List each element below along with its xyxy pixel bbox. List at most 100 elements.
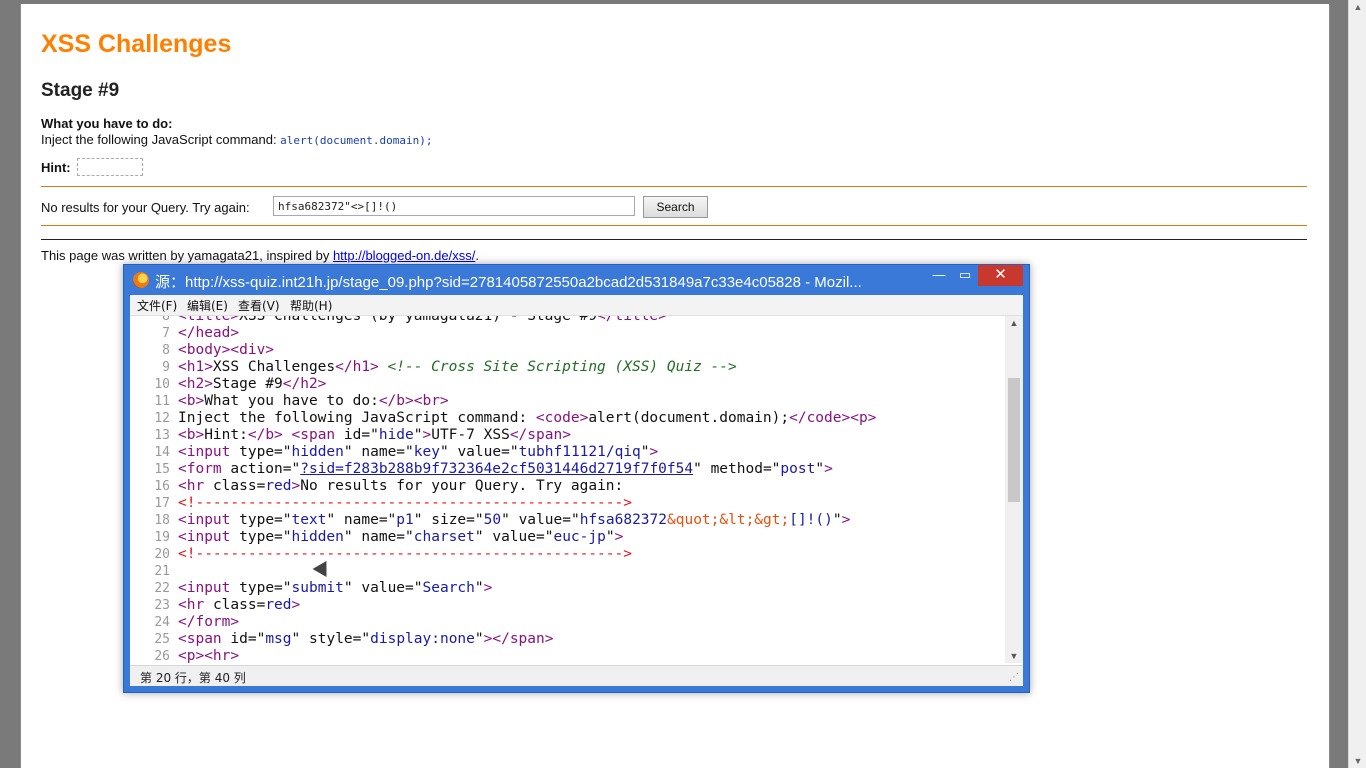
source-scrollbar[interactable]: ▲ ▼ <box>1005 316 1023 663</box>
line-code: <input type="hidden" name="charset" valu… <box>178 529 624 545</box>
line-number: 19 <box>154 530 170 545</box>
source-line: 13 <b>Hint:</b> <span id="hide">UTF-7 XSS… <box>130 427 571 444</box>
line-number: 24 <box>154 615 170 630</box>
menu-file[interactable]: 文件(F) <box>137 297 177 314</box>
hint-box <box>77 158 143 176</box>
line-number: 11 <box>154 394 170 409</box>
source-line: 18 <input type="text" name="p1" size="50"… <box>130 512 850 529</box>
source-line: 21 <box>130 563 178 580</box>
line-number: 10 <box>154 377 170 392</box>
line-code: <body><div> <box>178 342 275 358</box>
line-number: 15 <box>154 462 170 477</box>
line-code: <hr class=red>No results for your Query.… <box>178 478 624 494</box>
scroll-thumb[interactable] <box>1008 378 1020 502</box>
menu-edit[interactable]: 编辑(E) <box>187 297 228 314</box>
close-button[interactable]: ✕ <box>978 265 1023 286</box>
line-code: <b>Hint:</b> <span id="hide">UTF-7 XSS</… <box>178 427 571 443</box>
source-line: 8 <title>XSS Challenges (by yamagata21) -… <box>130 316 667 325</box>
line-code: <!--------------------------------------… <box>178 495 632 511</box>
line-code: <input type="text" name="p1" size="50" v… <box>178 512 851 528</box>
line-code: <hr class=red> <box>178 597 301 613</box>
task-prefix: Inject the following JavaScript command: <box>41 132 281 147</box>
line-number: 25 <box>154 632 170 647</box>
line-code: Inject the following JavaScript command:… <box>178 410 877 426</box>
line-number: 20 <box>154 547 170 562</box>
page-scrollbar[interactable]: ▲ ▼ <box>1348 0 1366 768</box>
footer-link[interactable]: http://blogged-on.de/xss/ <box>333 248 475 263</box>
cursor-position: 第 20 行，第 40 列 <box>140 671 246 685</box>
task-code: alert(document.domain); <box>280 134 433 147</box>
line-code: <h1>XSS Challenges</h1> <!-- Cross Site … <box>178 359 737 375</box>
line-number: 18 <box>154 513 170 528</box>
source-line: 14 <input type="hidden" name="key" value=… <box>130 444 658 461</box>
footer-suffix: . <box>475 248 479 263</box>
line-number: 16 <box>154 479 170 494</box>
scroll-down-icon[interactable]: ▼ <box>1349 756 1366 766</box>
statusbar: 第 20 行，第 40 列 ⋰ <box>130 665 1023 686</box>
view-source-window[interactable]: 源：http://xss-quiz.int21h.jp/stage_09.php… <box>123 264 1030 693</box>
line-number: 13 <box>154 428 170 443</box>
source-line: 26 <p><hr> <box>130 648 239 663</box>
chevron-down-icon[interactable]: ▼ <box>1005 651 1023 661</box>
line-code: <p><hr> <box>178 648 240 663</box>
source-code-area[interactable]: 8 <title>XSS Challenges (by yamagata21) -… <box>130 316 1005 663</box>
line-number: 23 <box>154 598 170 613</box>
window-titlebar[interactable]: 源：http://xss-quiz.int21h.jp/stage_09.php… <box>124 265 1029 295</box>
line-code: <input type="submit" value="Search"> <box>178 580 493 596</box>
source-line: 22 <input type="submit" value="Search"> <box>130 580 492 597</box>
source-line: 11 <b>What you have to do:</b><br> <box>130 393 449 410</box>
line-number: 12 <box>154 411 170 426</box>
footer: This page was written by yamagata21, ins… <box>41 248 479 263</box>
orange-rule-bottom <box>41 225 1307 226</box>
line-number: 9 <box>162 360 170 375</box>
source-line: 9 <h1>XSS Challenges</h1> <!-- Cross Site… <box>130 359 737 376</box>
line-number: 8 <box>162 316 170 324</box>
stage-title: Stage #9 <box>41 80 120 101</box>
line-code: <h2>Stage #9</h2> <box>178 376 327 392</box>
source-line: 25 <span id="msg" style="display:none"></… <box>130 631 553 648</box>
firefox-icon <box>133 272 149 288</box>
source-line: 10 <h2>Stage #9</h2> <box>130 376 326 393</box>
menu-help[interactable]: 帮助(H) <box>290 297 332 314</box>
hint-label: Hint: <box>41 160 71 175</box>
menu-view[interactable]: 查看(V) <box>238 297 280 314</box>
line-code: <span id="msg" style="display:none"></sp… <box>178 631 554 647</box>
source-line: 24 </form> <box>130 614 239 631</box>
line-code: <b>What you have to do:</b><br> <box>178 393 449 409</box>
query-input[interactable] <box>273 196 635 216</box>
source-line: 12 Inject the following JavaScript comman… <box>130 410 876 427</box>
maximize-button[interactable]: ▭ <box>954 265 976 286</box>
line-number: 14 <box>154 445 170 460</box>
line-number: 8 <box>162 343 170 358</box>
line-number: 7 <box>162 326 170 341</box>
source-line: 23 <hr class=red> <box>130 597 300 614</box>
window-client: 文件(F) 编辑(E) 查看(V) 帮助(H) 8 <title>XSS Chal… <box>130 295 1023 686</box>
source-line: 7 </head> <box>130 325 239 342</box>
line-code: <form action="?sid=f283b288b9f732364e2cf… <box>178 461 833 477</box>
line-code: <title>XSS Challenges (by yamagata21) - … <box>178 316 667 324</box>
source-line: 15 <form action="?sid=f283b288b9f732364e2… <box>130 461 833 478</box>
line-number: 21 <box>154 564 170 579</box>
source-line: 17 <!------------------------------------… <box>130 495 632 512</box>
source-line: 19 <input type="hidden" name="charset" va… <box>130 529 623 546</box>
source-line: 20 <!------------------------------------… <box>130 546 632 563</box>
menubar: 文件(F) 编辑(E) 查看(V) 帮助(H) <box>130 295 1023 316</box>
line-code: </form> <box>178 614 240 630</box>
source-line: 16 <hr class=red>No results for your Quer… <box>130 478 623 495</box>
minimize-button[interactable]: — <box>928 265 950 286</box>
source-line: 8 <body><div> <box>130 342 274 359</box>
line-number: 17 <box>154 496 170 511</box>
footer-prefix: This page was written by yamagata21, ins… <box>41 248 333 263</box>
task-label: What you have to do: <box>41 116 173 131</box>
orange-rule-top <box>41 186 1307 187</box>
scroll-up-icon[interactable]: ▲ <box>1349 2 1366 12</box>
line-number: 22 <box>154 581 170 596</box>
task-text: Inject the following JavaScript command:… <box>41 132 433 147</box>
resize-grip-icon[interactable]: ⋰ <box>1009 672 1019 683</box>
page-title: XSS Challenges <box>41 30 232 58</box>
line-code: <input type="hidden" name="key" value="t… <box>178 444 659 460</box>
search-button[interactable]: Search <box>643 196 708 218</box>
query-prefix: No results for your Query. Try again: <box>41 200 250 215</box>
chevron-up-icon[interactable]: ▲ <box>1005 318 1023 328</box>
line-code: <!--------------------------------------… <box>178 546 632 562</box>
